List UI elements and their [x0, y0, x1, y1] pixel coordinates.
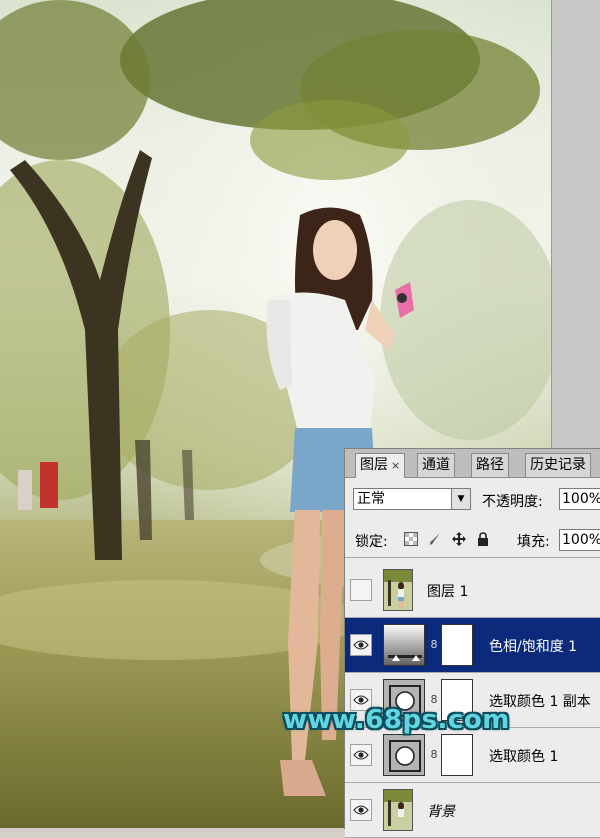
watermark-text: www.68ps.com — [283, 705, 510, 735]
layer-row-selected[interactable]: 8 色相/饱和度 1 — [345, 618, 600, 673]
layer-row[interactable]: 背景 — [345, 783, 600, 838]
layer-name: 图层 1 — [427, 584, 469, 600]
tab-paths-label: 路径 — [476, 457, 504, 473]
tab-layers-label: 图层 — [360, 457, 388, 473]
canvas-background — [551, 0, 600, 448]
layer-row[interactable]: 8 选取颜色 1 — [345, 728, 600, 783]
close-icon[interactable]: × — [391, 459, 400, 472]
transparent-pixels-lock-icon[interactable] — [403, 532, 419, 548]
tab-channels-label: 通道 — [422, 457, 450, 473]
tab-layers[interactable]: 图层 × — [355, 453, 406, 478]
chain-link-icon[interactable]: 8 — [430, 635, 438, 655]
tab-paths[interactable]: 路径 — [471, 453, 509, 477]
tab-history[interactable]: 历史记录 — [525, 453, 591, 477]
panel-tab-bar: 图层 × 通道 路径 历史记录 — [345, 449, 600, 478]
padlock-icon[interactable] — [475, 532, 491, 548]
chain-link-icon[interactable]: 8 — [430, 745, 438, 765]
layer-name: 色相/饱和度 1 — [489, 639, 578, 655]
layer-thumbnail — [383, 569, 413, 611]
layer-name: 选取颜色 1 — [489, 749, 559, 765]
fill-input[interactable]: 100% — [559, 529, 600, 551]
layer-mask-thumbnail[interactable] — [441, 734, 473, 776]
opacity-label: 不透明度: — [482, 494, 543, 510]
eye-icon[interactable] — [350, 799, 372, 821]
hue-saturation-adjustment-icon — [383, 624, 425, 666]
chevron-down-icon[interactable]: ▼ — [451, 489, 470, 509]
layer-thumbnail — [383, 789, 413, 831]
layers-panel: 图层 × 通道 路径 历史记录 正常 ▼ 不透明度: 100% 锁定: 填充: … — [344, 448, 600, 838]
opacity-input[interactable]: 100% — [559, 488, 600, 510]
blend-mode-select[interactable]: 正常 ▼ — [353, 488, 471, 510]
blend-row: 正常 ▼ 不透明度: 100% — [345, 485, 600, 515]
layer-name: 背景 — [427, 804, 455, 820]
brush-lock-icon[interactable] — [427, 532, 443, 548]
selective-color-adjustment-icon — [383, 734, 425, 776]
fill-label: 填充: — [517, 534, 550, 550]
lock-label: 锁定: — [355, 534, 388, 550]
layer-row[interactable]: 图层 1 — [345, 563, 600, 618]
visibility-toggle[interactable] — [350, 579, 372, 601]
tab-history-label: 历史记录 — [530, 457, 586, 473]
eye-icon[interactable] — [350, 634, 372, 656]
blend-mode-value: 正常 — [357, 491, 385, 507]
tab-channels[interactable]: 通道 — [417, 453, 455, 477]
eye-icon[interactable] — [350, 744, 372, 766]
lock-row: 锁定: 填充: 100% — [345, 527, 600, 558]
move-lock-icon[interactable] — [451, 532, 467, 548]
layer-mask-thumbnail[interactable] — [441, 624, 473, 666]
